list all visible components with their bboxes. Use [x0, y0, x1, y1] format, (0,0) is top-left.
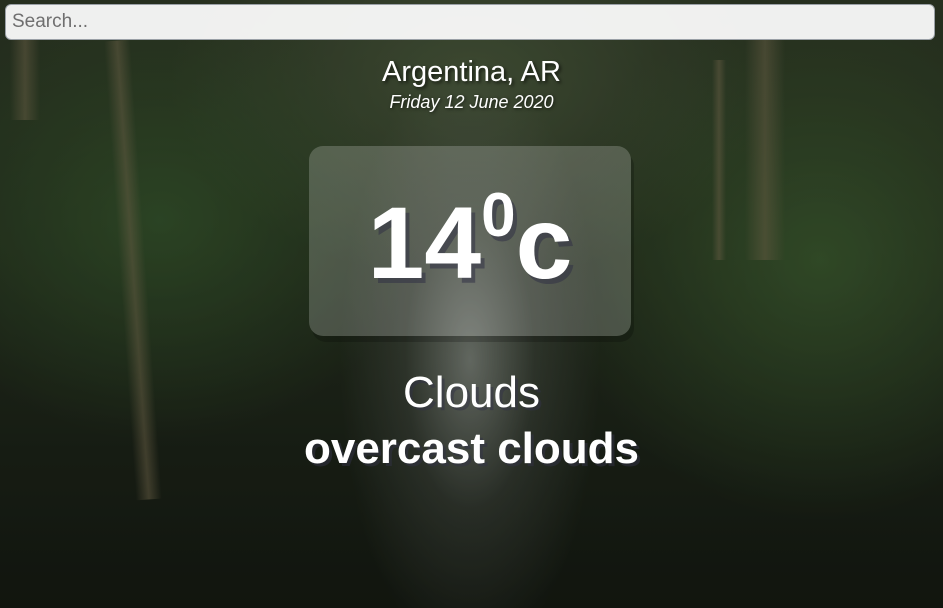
search-input[interactable]: [5, 4, 935, 40]
location-name: Argentina, AR: [382, 56, 561, 88]
weather-description: overcast clouds: [303, 424, 640, 473]
temperature-unit: c: [515, 186, 573, 300]
degree-symbol: 0: [481, 181, 516, 250]
temperature-readout: 140c: [309, 185, 631, 300]
weather-app: Argentina, AR Friday 12 June 2020 140c C…: [0, 0, 943, 608]
current-date: Friday 12 June 2020: [389, 92, 554, 112]
temperature-value: 14: [367, 186, 482, 300]
weather-main: Clouds: [403, 368, 540, 417]
temperature-box: 140c: [309, 146, 631, 336]
